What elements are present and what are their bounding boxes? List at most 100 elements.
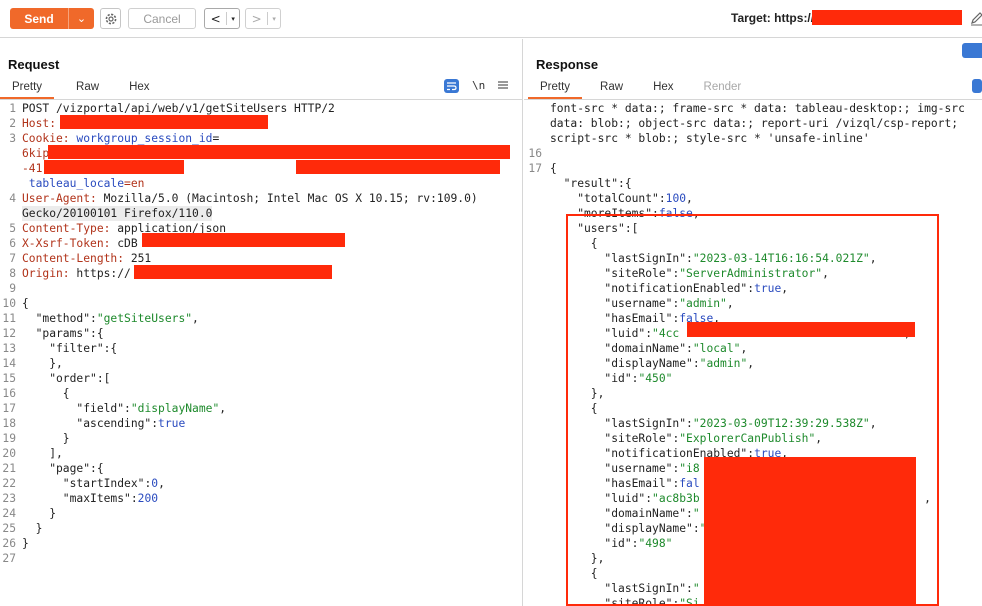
target-label: Target: https://	[731, 11, 815, 25]
redacted-host	[60, 115, 268, 129]
code-token: :{	[90, 462, 104, 475]
line-text: },	[22, 356, 63, 371]
code-token: },	[22, 357, 63, 370]
layout-toggle-icon[interactable]	[962, 43, 982, 58]
code-token: https://	[76, 267, 131, 280]
back-arrow-icon: <	[210, 11, 221, 26]
redacted-session-id-1	[48, 145, 510, 159]
line-text: Gecko/20100101 Firefox/110.0	[22, 206, 213, 221]
toolbar: Send ⌄ Cancel < ▾ > ▾ Target: https://	[0, 0, 982, 38]
line-number: 22	[2, 477, 16, 490]
line-number: 18	[2, 417, 16, 430]
code-line: 15 "order":[	[0, 371, 522, 386]
code-token: 251	[130, 252, 152, 265]
request-tab-hex[interactable]: Hex	[111, 79, 161, 99]
line-text: POST /vizportal/api/web/v1/getSiteUsers …	[22, 101, 335, 116]
wrap-icon[interactable]	[444, 79, 459, 93]
code-token: POST /vizportal/api/web/v1/getSiteUsers …	[22, 102, 335, 115]
code-line: 26}	[0, 536, 522, 551]
forward-arrow-icon: >	[251, 11, 262, 26]
code-line: 27	[0, 551, 522, 566]
code-token: true	[158, 417, 186, 430]
code-token: {	[22, 387, 70, 400]
send-button[interactable]: Send	[10, 8, 68, 29]
code-token: :{	[618, 177, 632, 190]
line-text: User-Agent: Mozilla/5.0 (Macintosh; Inte…	[22, 191, 478, 206]
menu-icon[interactable]	[498, 80, 508, 90]
back-button[interactable]: < ▾	[204, 8, 240, 29]
code-line: 19 }	[0, 431, 522, 446]
code-line: font-src * data:; frame-src * data: tabl…	[524, 101, 982, 116]
code-token: "field"	[22, 402, 125, 415]
line-text: X-Xsrf-Token: cDB	[22, 236, 138, 251]
redacted-origin	[134, 265, 332, 279]
line-text: data: blob:; object-src data:; report-ur…	[550, 116, 958, 131]
code-line: 16	[524, 146, 982, 161]
line-number: 15	[2, 372, 16, 385]
line-number: 8	[9, 267, 16, 280]
line-text: Host:	[22, 116, 63, 131]
code-token: }	[22, 432, 70, 445]
code-token: -41	[22, 162, 43, 175]
line-number: 11	[2, 312, 16, 325]
request-tab-raw[interactable]: Raw	[54, 79, 111, 99]
line-number: 3	[9, 132, 16, 145]
line-text: {	[22, 386, 70, 401]
code-line: data: blob:; object-src data:; report-ur…	[524, 116, 982, 131]
code-token: Host:	[22, 117, 63, 130]
response-title: Response	[536, 57, 599, 72]
code-line: 22 "startIndex":0,	[0, 476, 522, 491]
code-line: 25 }	[0, 521, 522, 536]
redacted-luid-1	[687, 322, 915, 337]
cancel-button[interactable]: Cancel	[128, 8, 196, 29]
code-token: }	[22, 507, 57, 520]
code-token: 200	[137, 492, 159, 505]
forward-history-caret-icon[interactable]: ▾	[268, 15, 280, 23]
line-number: 5	[9, 222, 16, 235]
code-token: cDB	[117, 237, 138, 250]
response-tabs-divider	[524, 99, 982, 100]
code-token: "displayName"	[130, 402, 220, 415]
redacted-session-id-2	[44, 160, 184, 174]
code-token: "filter"	[22, 342, 104, 355]
code-token: "ascending"	[22, 417, 152, 430]
request-tabs: Pretty Raw Hex	[0, 79, 162, 99]
code-token: =	[212, 132, 220, 145]
line-number: 17	[2, 402, 16, 415]
response-tab-pretty[interactable]: Pretty	[528, 79, 583, 99]
code-token: "page"	[22, 462, 91, 475]
code-line: 11 "method":"getSiteUsers",	[0, 311, 522, 326]
line-number: 21	[2, 462, 16, 475]
line-number: 17	[528, 162, 542, 175]
forward-button[interactable]: > ▾	[245, 8, 281, 29]
pencil-icon[interactable]	[970, 10, 982, 26]
code-token: data: blob:; object-src data:; report-ur…	[550, 117, 959, 130]
redacted-xsrf-header	[142, 233, 345, 247]
code-token: ,	[686, 192, 693, 205]
line-text: "filter":{	[22, 341, 117, 356]
line-number: 19	[2, 432, 16, 445]
code-line: "totalCount":100,	[524, 191, 982, 206]
code-token: tableau_locale	[28, 177, 125, 190]
line-number: 13	[2, 342, 16, 355]
code-token: "getSiteUsers"	[96, 312, 193, 325]
code-token: Cookie:	[22, 132, 77, 145]
response-tab-raw[interactable]: Raw	[582, 79, 635, 99]
line-text: "ascending":true	[22, 416, 185, 431]
settings-button[interactable]	[100, 8, 121, 29]
line-number: 2	[9, 117, 16, 130]
code-line: 17 {	[524, 161, 982, 176]
line-text: "totalCount":100,	[550, 191, 693, 206]
code-token: "order"	[22, 372, 97, 385]
line-text: tableau_locale=en	[22, 176, 145, 191]
send-options-dropdown[interactable]: ⌄	[68, 8, 94, 29]
code-token: "method"	[22, 312, 91, 325]
response-tab-render: Render	[703, 81, 742, 93]
back-history-caret-icon[interactable]: ▾	[227, 15, 239, 23]
request-tab-pretty[interactable]: Pretty	[0, 79, 55, 99]
response-tab-hex[interactable]: Hex	[635, 79, 685, 99]
response-wrap-icon[interactable]	[972, 79, 982, 93]
newline-toggle[interactable]: \n	[472, 79, 485, 92]
line-number: 27	[2, 552, 16, 565]
line-text: ],	[22, 446, 63, 461]
